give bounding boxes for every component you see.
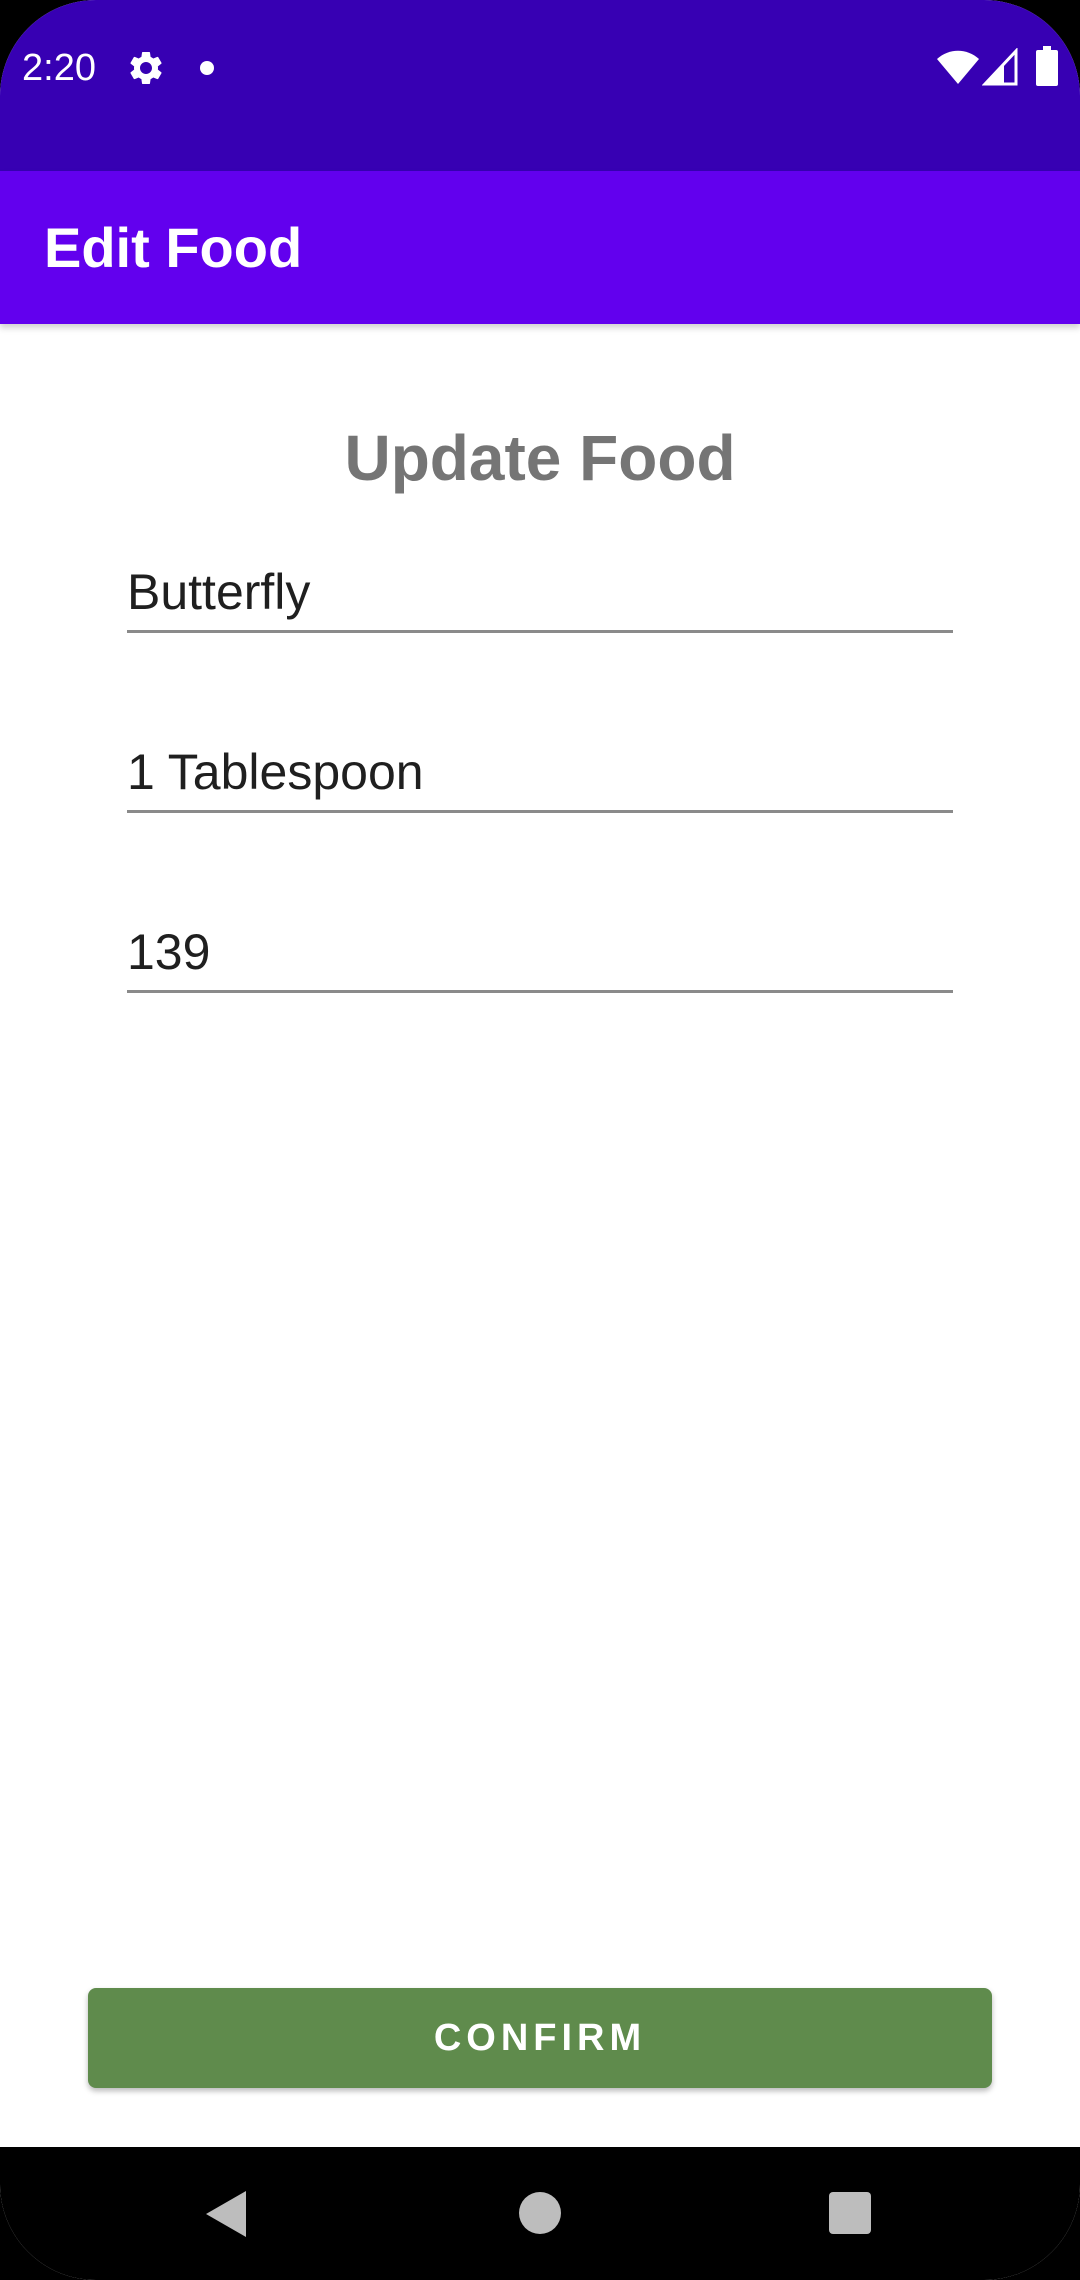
cell-signal-icon bbox=[982, 48, 1018, 86]
app-bar: Edit Food bbox=[0, 171, 1080, 324]
app-bar-title: Edit Food bbox=[44, 216, 303, 279]
wifi-icon bbox=[937, 50, 979, 84]
portion-field bbox=[127, 734, 953, 813]
portion-input[interactable] bbox=[127, 734, 953, 813]
battery-icon bbox=[1036, 46, 1058, 86]
food-name-input[interactable] bbox=[127, 554, 953, 633]
notification-dot-icon bbox=[200, 61, 214, 75]
recents-icon[interactable] bbox=[829, 2192, 871, 2234]
home-icon[interactable] bbox=[519, 2192, 561, 2234]
calories-input[interactable] bbox=[127, 914, 953, 993]
confirm-button[interactable]: CONFIRM bbox=[88, 1988, 992, 2088]
form-heading: Update Food bbox=[344, 422, 736, 494]
navigation-bar bbox=[0, 2147, 1080, 2280]
status-bar: 2:20 bbox=[0, 0, 1080, 171]
calories-field bbox=[127, 914, 953, 993]
food-name-field bbox=[127, 554, 953, 633]
back-icon[interactable] bbox=[204, 2189, 248, 2239]
status-time: 2:20 bbox=[22, 47, 96, 89]
screen: 2:20 Edit Food Update Food CONFIRM bbox=[0, 0, 1080, 2280]
gear-icon bbox=[130, 51, 162, 84]
